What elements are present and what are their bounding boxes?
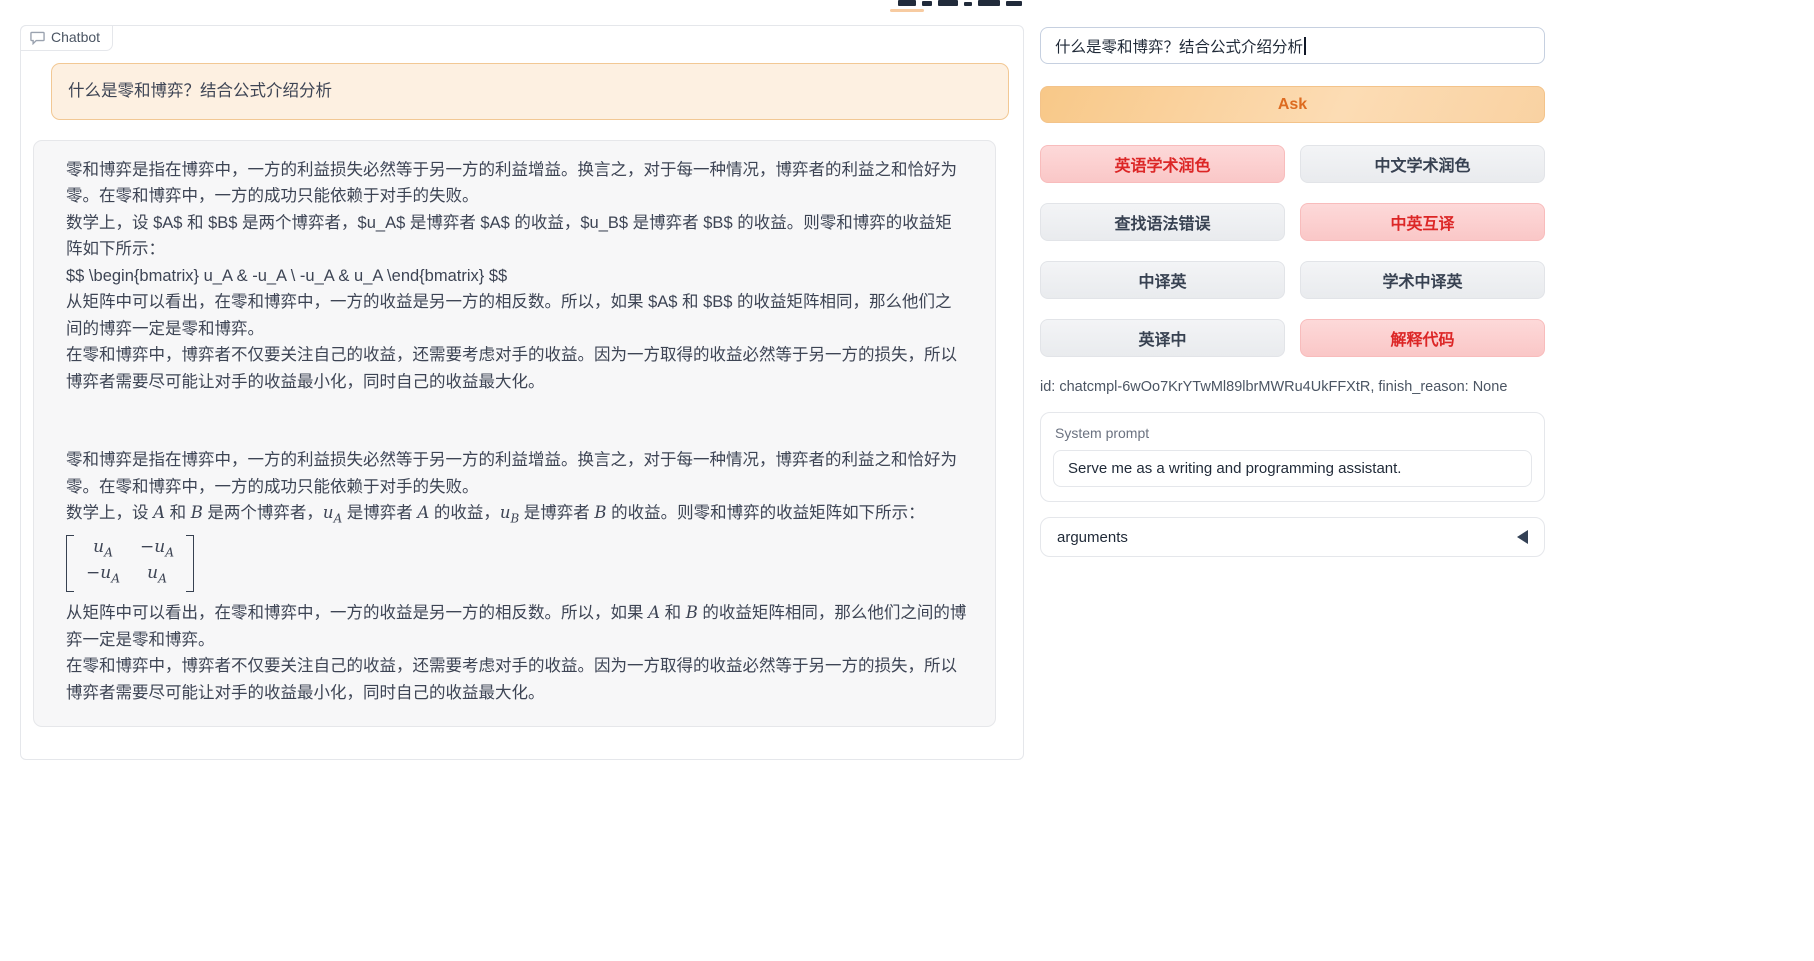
completion-id-text: id: chatcmpl-6wOo7KrYTwMl89lbrMWRu4UkFFX… bbox=[1040, 379, 1545, 395]
glyph-fragment bbox=[978, 0, 1000, 6]
quick-action-grid: 英语学术润色中文学术润色查找语法错误中英互译中译英学术中译英英译中解释代码 bbox=[1040, 145, 1545, 357]
math-token: uA bbox=[323, 503, 342, 522]
math-token: uA bbox=[93, 537, 113, 563]
math-token: B bbox=[594, 503, 606, 522]
quick-action-button-1[interactable]: 中文学术润色 bbox=[1300, 145, 1545, 183]
chatbot-label: Chatbot bbox=[20, 25, 113, 51]
system-prompt-label: System prompt bbox=[1053, 425, 1532, 441]
bot-paragraph-rendered: 在零和博弈中，博弈者不仅要关注自己的收益，还需要考虑对手的收益。因为一方取得的收… bbox=[66, 653, 967, 706]
accordion-label: arguments bbox=[1057, 529, 1128, 546]
ask-button[interactable]: Ask bbox=[1040, 86, 1545, 123]
quick-action-button-5[interactable]: 学术中译英 bbox=[1300, 261, 1545, 299]
blank-line bbox=[66, 395, 967, 447]
bot-paragraph-raw: $$ \begin{bmatrix} u_A & -u_A \ -u_A & u… bbox=[66, 263, 967, 290]
quick-action-button-6[interactable]: 英译中 bbox=[1040, 319, 1285, 357]
bot-message-rendered-block: 零和博弈是指在博弈中，一方的利益损失必然等于另一方的利益增益。换言之，对于每一种… bbox=[66, 447, 967, 706]
bot-paragraph-raw: 数学上，设 $A$ 和 $B$ 是两个博弈者，$u_A$ 是博弈者 $A$ 的收… bbox=[66, 210, 967, 263]
chatbot-label-text: Chatbot bbox=[51, 30, 100, 45]
glyph-fragment bbox=[964, 2, 972, 6]
bot-paragraph-rendered: 从矩阵中可以看出，在零和博弈中，一方的收益是另一方的相反数。所以，如果 A 和 … bbox=[66, 600, 967, 653]
math-token: uA bbox=[147, 563, 167, 589]
user-message-text: 什么是零和博弈？结合公式介绍分析 bbox=[68, 82, 332, 100]
glyph-fragment bbox=[938, 0, 958, 6]
math-token: B bbox=[686, 603, 698, 622]
math-token: −uA bbox=[140, 537, 174, 563]
system-prompt-group: System prompt Serve me as a writing and … bbox=[1040, 412, 1545, 502]
matrix-right-bracket bbox=[186, 535, 194, 592]
bot-paragraph-rendered: 数学上，设 A 和 B 是两个博弈者，uA 是博弈者 A 的收益，uB 是博弈者… bbox=[66, 500, 967, 532]
math-token: A bbox=[153, 503, 165, 522]
bot-message: 零和博弈是指在博弈中，一方的利益损失必然等于另一方的利益增益。换言之，对于每一种… bbox=[33, 140, 996, 728]
bot-paragraph-raw: 在零和博弈中，博弈者不仅要关注自己的收益，还需要考虑对手的收益。因为一方取得的收… bbox=[66, 342, 967, 395]
page-title-cutoff bbox=[898, 0, 1030, 13]
glyph-fragment bbox=[1006, 1, 1022, 6]
rendered-matrix: uA−uA−uAuA bbox=[66, 532, 967, 600]
bot-paragraph-raw: 从矩阵中可以看出，在零和博弈中，一方的收益是另一方的相反数。所以，如果 $A$ … bbox=[66, 289, 967, 342]
quick-action-button-2[interactable]: 查找语法错误 bbox=[1040, 203, 1285, 241]
accordion-collapse-icon bbox=[1517, 530, 1528, 544]
chatbot-panel: Chatbot 什么是零和博弈？结合公式介绍分析 零和博弈是指在博弈中，一方的利… bbox=[20, 25, 1024, 760]
bot-paragraph-raw: 零和博弈是指在博弈中，一方的利益损失必然等于另一方的利益增益。换言之，对于每一种… bbox=[66, 157, 967, 210]
glyph-fragment bbox=[922, 1, 932, 6]
bot-message-raw-block: 零和博弈是指在博弈中，一方的利益损失必然等于另一方的利益增益。换言之，对于每一种… bbox=[66, 157, 967, 396]
math-token: uB bbox=[500, 503, 519, 522]
math-token: B bbox=[191, 503, 203, 522]
text-caret bbox=[1304, 37, 1306, 55]
system-prompt-value: Serve me as a writing and programming as… bbox=[1068, 460, 1401, 477]
math-token: −uA bbox=[86, 563, 120, 589]
system-prompt-input[interactable]: Serve me as a writing and programming as… bbox=[1053, 450, 1532, 487]
math-token: A bbox=[417, 503, 429, 522]
bot-paragraph-rendered: 零和博弈是指在博弈中，一方的利益损失必然等于另一方的利益增益。换言之，对于每一种… bbox=[66, 447, 967, 500]
glyph-fragment bbox=[898, 0, 916, 6]
quick-action-button-7[interactable]: 解释代码 bbox=[1300, 319, 1545, 357]
quick-action-button-3[interactable]: 中英互译 bbox=[1300, 203, 1545, 241]
question-input[interactable]: 什么是零和博弈？结合公式介绍分析 bbox=[1040, 27, 1545, 64]
user-message: 什么是零和博弈？结合公式介绍分析 bbox=[51, 63, 1009, 120]
arguments-accordion[interactable]: arguments bbox=[1040, 517, 1545, 557]
control-panel: 什么是零和博弈？结合公式介绍分析 Ask 英语学术润色中文学术润色查找语法错误中… bbox=[1040, 27, 1545, 557]
underline-fragment bbox=[890, 9, 924, 12]
question-input-value: 什么是零和博弈？结合公式介绍分析 bbox=[1055, 35, 1303, 57]
quick-action-button-4[interactable]: 中译英 bbox=[1040, 261, 1285, 299]
matrix-left-bracket bbox=[66, 535, 74, 592]
chat-bubble-icon bbox=[30, 31, 45, 45]
quick-action-button-0[interactable]: 英语学术润色 bbox=[1040, 145, 1285, 183]
math-token: A bbox=[648, 603, 660, 622]
